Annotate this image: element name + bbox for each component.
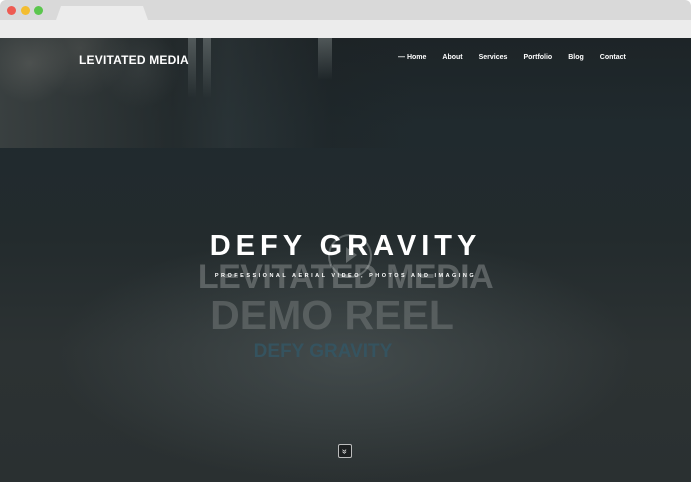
- address-bar-area: [0, 20, 691, 38]
- nav-item-services[interactable]: Services: [479, 54, 508, 61]
- hero-background-rocks: [0, 38, 200, 108]
- hero-headline: DEFY GRAVITY: [209, 230, 482, 262]
- nav-item-contact[interactable]: Contact: [600, 54, 626, 61]
- dam-pillar: [318, 38, 332, 80]
- video-overlay-tagline: DEFY GRAVITY: [253, 341, 393, 362]
- nav-item-about[interactable]: About: [442, 54, 462, 61]
- nav-item-home[interactable]: — Home: [398, 54, 426, 61]
- scroll-down-button[interactable]: »: [338, 444, 352, 458]
- nav-item-portfolio[interactable]: Portfolio: [523, 54, 552, 61]
- minimize-window-button[interactable]: [21, 6, 30, 15]
- double-chevron-down-icon: »: [340, 448, 351, 455]
- browser-tab[interactable]: [56, 6, 148, 20]
- hero-section: LEVITATED MEDIA — Home About Services Po…: [0, 38, 691, 482]
- site-logo[interactable]: LEVITATED MEDIA: [79, 53, 189, 67]
- video-overlay-subtitle: DEMO REEL: [210, 292, 454, 338]
- close-window-button[interactable]: [7, 6, 16, 15]
- dam-pillar: [203, 38, 211, 98]
- browser-chrome: [0, 0, 691, 38]
- nav-item-blog[interactable]: Blog: [568, 54, 584, 61]
- dam-pillar: [188, 38, 196, 98]
- hero-subheadline: PROFESSIONAL AERIAL VIDEO, PHOTOS AND IM…: [214, 273, 477, 279]
- main-nav: — Home About Services Portfolio Blog Con…: [398, 54, 626, 61]
- maximize-window-button[interactable]: [34, 6, 43, 15]
